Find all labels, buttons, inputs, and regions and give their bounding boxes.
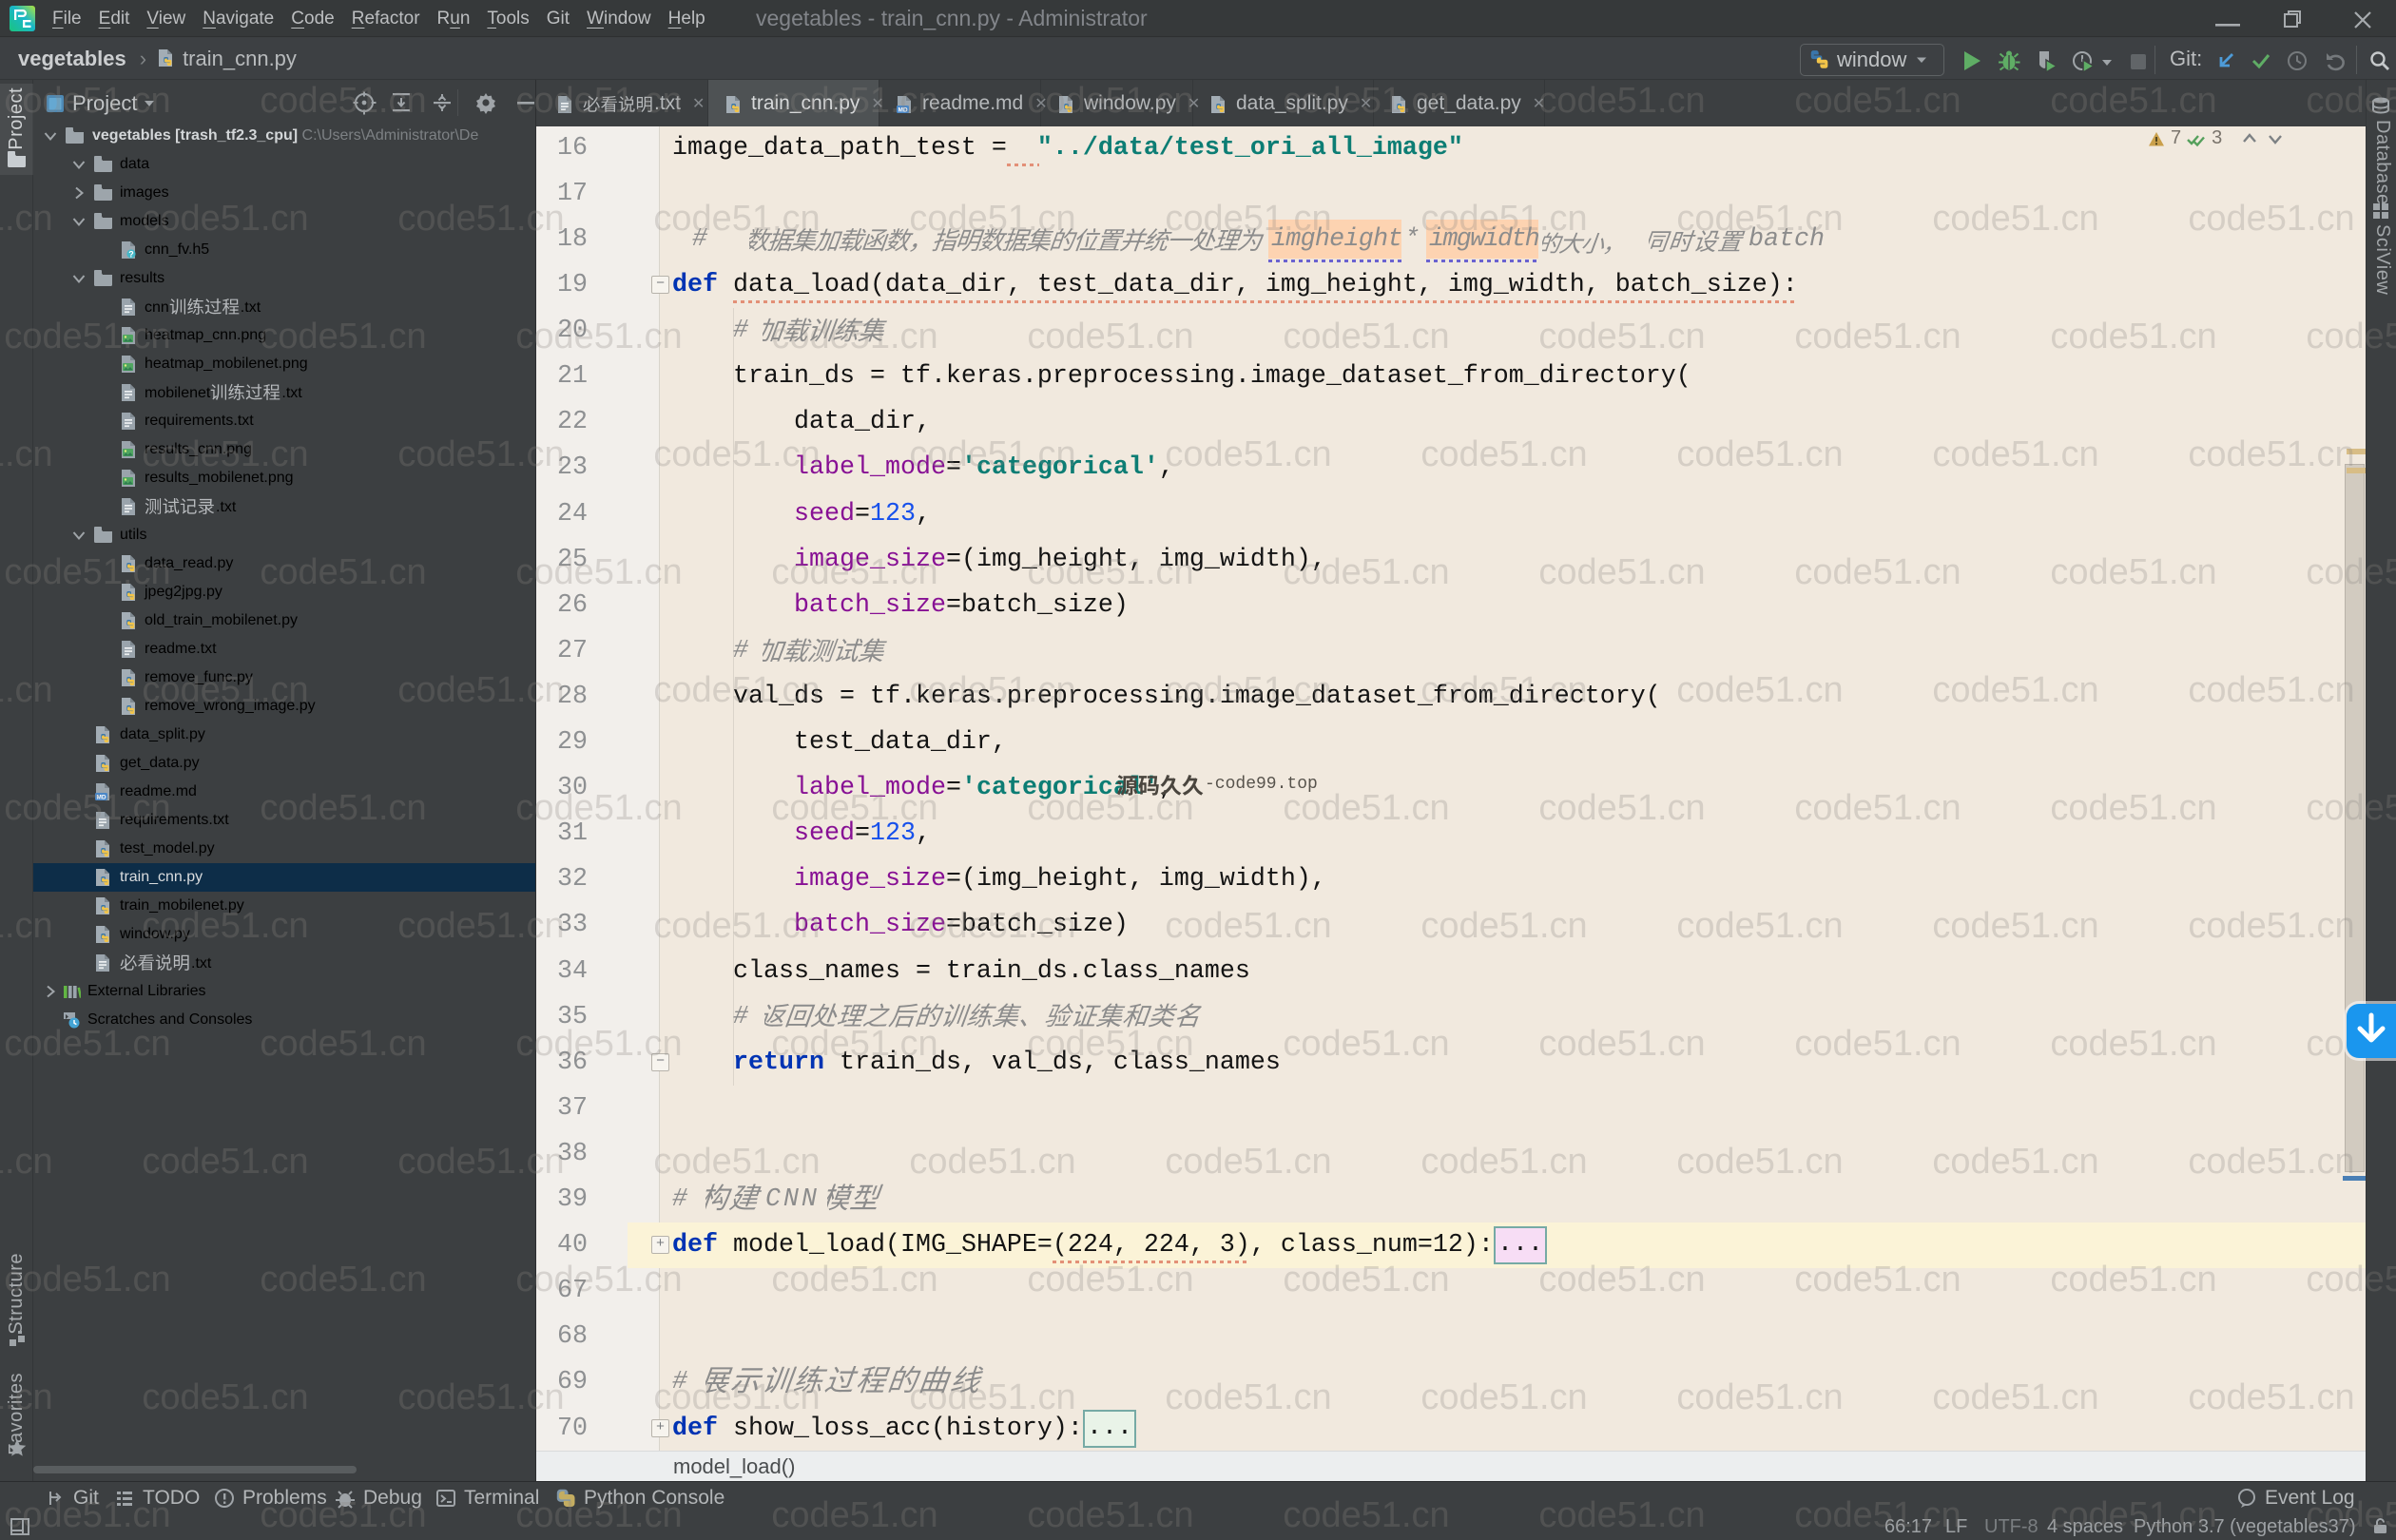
- svg-text:MD: MD: [898, 106, 907, 113]
- svg-text:MD: MD: [96, 795, 106, 801]
- svg-text:?: ?: [128, 250, 134, 260]
